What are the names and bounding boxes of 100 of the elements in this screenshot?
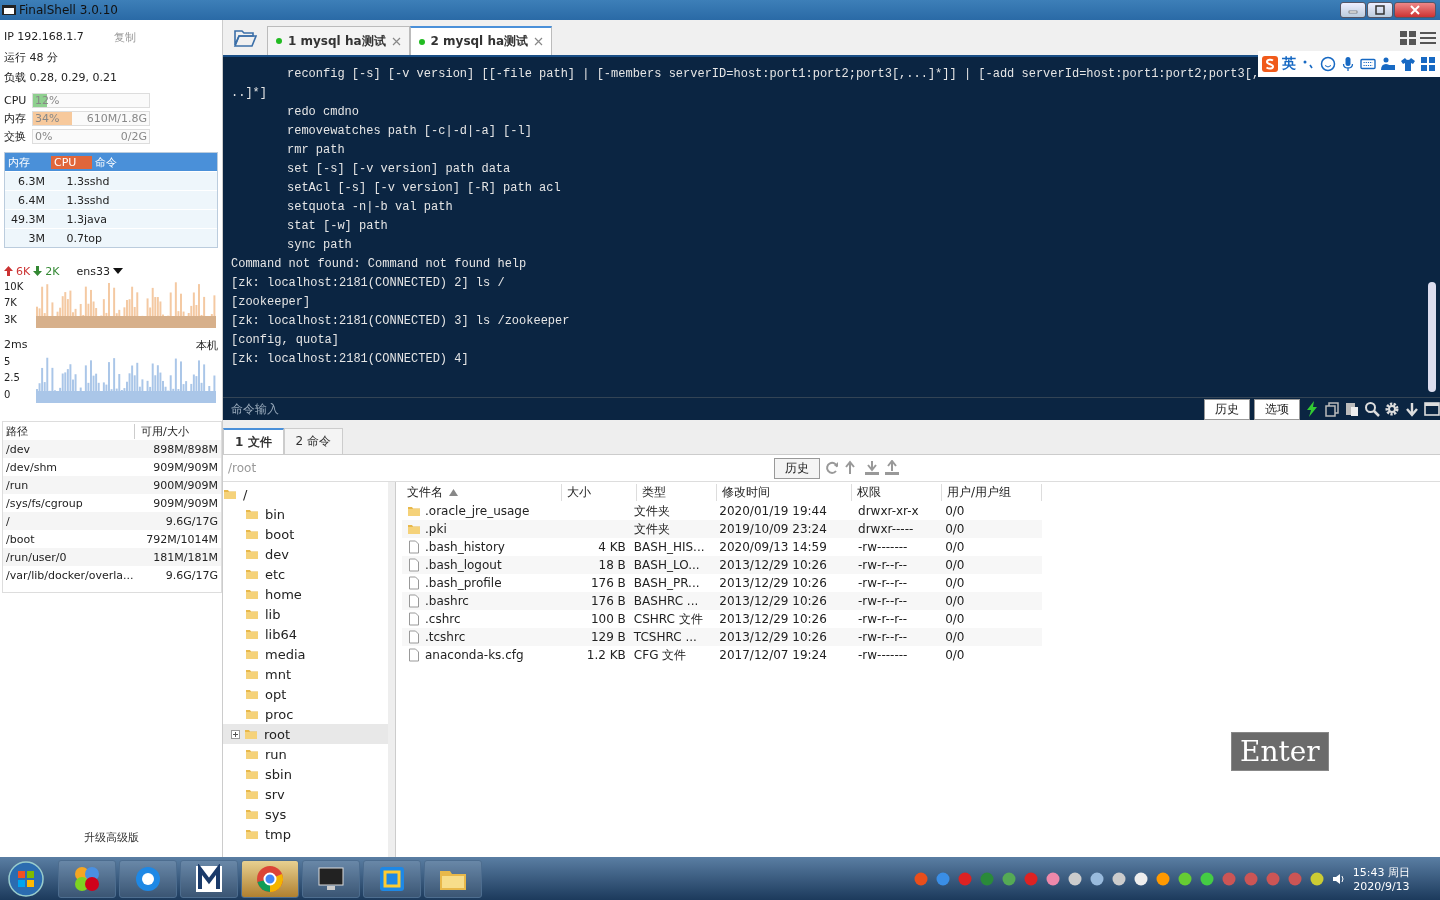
- file-name[interactable]: .bash_history: [425, 540, 505, 554]
- interface-name[interactable]: ens33: [76, 264, 110, 278]
- tree-item[interactable]: run: [263, 746, 289, 762]
- tree-item[interactable]: mnt: [263, 666, 293, 682]
- tree-item[interactable]: sys: [263, 806, 289, 822]
- copy-icon[interactable]: [1324, 401, 1340, 417]
- close-icon[interactable]: [534, 37, 544, 46]
- grid-icon[interactable]: [1420, 56, 1436, 72]
- input-mode-label[interactable]: 英: [1282, 55, 1296, 73]
- file-name[interactable]: .cshrc: [425, 612, 461, 626]
- tray-icon[interactable]: [1110, 870, 1127, 887]
- close-button[interactable]: [1394, 2, 1436, 18]
- down-arrow-icon[interactable]: [1404, 401, 1420, 417]
- panel-tab[interactable]: 2 命令: [283, 428, 343, 454]
- column-header[interactable]: 权限: [852, 483, 942, 501]
- tree-item[interactable]: bin: [263, 506, 288, 522]
- tray-icon[interactable]: [1132, 870, 1149, 887]
- tree-item[interactable]: lib: [263, 606, 283, 622]
- microphone-icon[interactable]: [1340, 56, 1356, 72]
- taskbar-button[interactable]: [180, 859, 238, 898]
- tree-item[interactable]: boot: [263, 526, 297, 542]
- options-button[interactable]: 选项: [1254, 398, 1300, 420]
- grid-icon[interactable]: [1400, 31, 1416, 45]
- keyboard-icon[interactable]: [1360, 56, 1376, 72]
- settings-icon[interactable]: [1384, 401, 1400, 417]
- file-name[interactable]: .bash_logout: [425, 558, 502, 572]
- lightning-icon[interactable]: [1304, 401, 1320, 417]
- tray-icon[interactable]: [1088, 870, 1105, 887]
- tray-icon[interactable]: [1000, 870, 1017, 887]
- tree-item[interactable]: etc: [263, 566, 288, 582]
- scrollbar[interactable]: [388, 482, 395, 857]
- history-button[interactable]: 历史: [1204, 398, 1250, 420]
- session-tab[interactable]: 1 mysql ha测试: [267, 26, 410, 55]
- tree-item[interactable]: /: [241, 486, 250, 502]
- file-name[interactable]: .tcshrc: [425, 630, 466, 644]
- column-header[interactable]: 文件名: [402, 483, 562, 501]
- upgrade-link[interactable]: 升级高级版: [83, 830, 139, 845]
- clock-time[interactable]: 15:43 周日: [1352, 864, 1410, 880]
- tray-icon[interactable]: [1154, 870, 1171, 887]
- file-name[interactable]: .bashrc: [425, 594, 469, 608]
- dropdown-icon[interactable]: [112, 267, 123, 275]
- smiley-icon[interactable]: [1320, 56, 1336, 72]
- tree-item[interactable]: tmp: [263, 826, 293, 842]
- file-name[interactable]: .bash_profile: [425, 576, 502, 590]
- window-icon[interactable]: [1424, 401, 1440, 417]
- file-name[interactable]: .pki: [425, 522, 447, 536]
- column-header[interactable]: 可用/大小: [135, 423, 189, 439]
- column-header[interactable]: 用户/用户组: [942, 483, 1042, 501]
- file-name[interactable]: anaconda-ks.cfg: [425, 648, 524, 662]
- tree-item[interactable]: sbin: [263, 766, 294, 782]
- download-icon[interactable]: [864, 460, 880, 476]
- folder-icon: [245, 807, 259, 821]
- upload-icon[interactable]: [884, 460, 900, 476]
- tray-icon[interactable]: [1066, 870, 1083, 887]
- expand-icon[interactable]: [231, 729, 240, 739]
- panel-tab[interactable]: 1 文件: [223, 428, 284, 454]
- person-icon[interactable]: [1380, 56, 1396, 72]
- table-cell-text: -rw-------: [857, 648, 909, 662]
- tray-icon[interactable]: [1198, 870, 1215, 887]
- menu-icon[interactable]: [1420, 31, 1436, 45]
- tree-item[interactable]: home: [263, 586, 304, 602]
- tree-item[interactable]: root: [262, 726, 293, 742]
- refresh-icon[interactable]: [824, 460, 840, 476]
- scrollbar[interactable]: [1428, 282, 1436, 392]
- taskbar-button[interactable]: [424, 859, 482, 898]
- history-button[interactable]: 历史: [774, 457, 820, 479]
- clock-date[interactable]: 2020/9/13: [1353, 879, 1410, 893]
- column-header[interactable]: 大小: [562, 483, 637, 501]
- sogou-logo-icon[interactable]: [1262, 56, 1278, 72]
- folder-open-icon[interactable]: [233, 28, 257, 48]
- shirt-icon[interactable]: [1400, 56, 1416, 72]
- taskbar-button[interactable]: [302, 859, 360, 898]
- tree-item[interactable]: media: [263, 646, 308, 662]
- close-icon[interactable]: [391, 36, 401, 46]
- session-tab[interactable]: 2 mysql ha测试: [409, 26, 553, 55]
- tree-item[interactable]: srv: [263, 786, 287, 802]
- column-header[interactable]: 修改时间: [717, 483, 852, 501]
- tree-item[interactable]: dev: [263, 546, 291, 562]
- meter-percent: 34%: [35, 112, 60, 125]
- search-icon[interactable]: [1364, 401, 1380, 417]
- tree-item[interactable]: lib64: [263, 626, 300, 642]
- tray-icon[interactable]: [1176, 870, 1193, 887]
- terminal-line: rmr path: [286, 142, 346, 159]
- table-cell-text: -rw-r--r--: [857, 630, 909, 644]
- paste-icon[interactable]: [1344, 401, 1360, 417]
- file-name[interactable]: .oracle_jre_usage: [425, 504, 530, 518]
- taskbar-button[interactable]: [363, 859, 421, 898]
- column-header[interactable]: 路径: [6, 423, 135, 439]
- tray-icon[interactable]: [1044, 870, 1061, 887]
- tray-icon[interactable]: [1308, 870, 1325, 887]
- table-cell: top: [84, 231, 103, 245]
- tree-item[interactable]: proc: [263, 706, 296, 722]
- minimize-button[interactable]: [1340, 2, 1366, 18]
- taskbar-button[interactable]: [119, 859, 177, 898]
- folder-icon: [245, 827, 259, 841]
- maximize-button[interactable]: [1367, 2, 1393, 18]
- column-header[interactable]: 类型: [637, 483, 717, 501]
- tree-item[interactable]: opt: [263, 686, 289, 702]
- meter-detail: 0/2G: [120, 130, 147, 143]
- command-input[interactable]: 命令输入: [231, 402, 1200, 416]
